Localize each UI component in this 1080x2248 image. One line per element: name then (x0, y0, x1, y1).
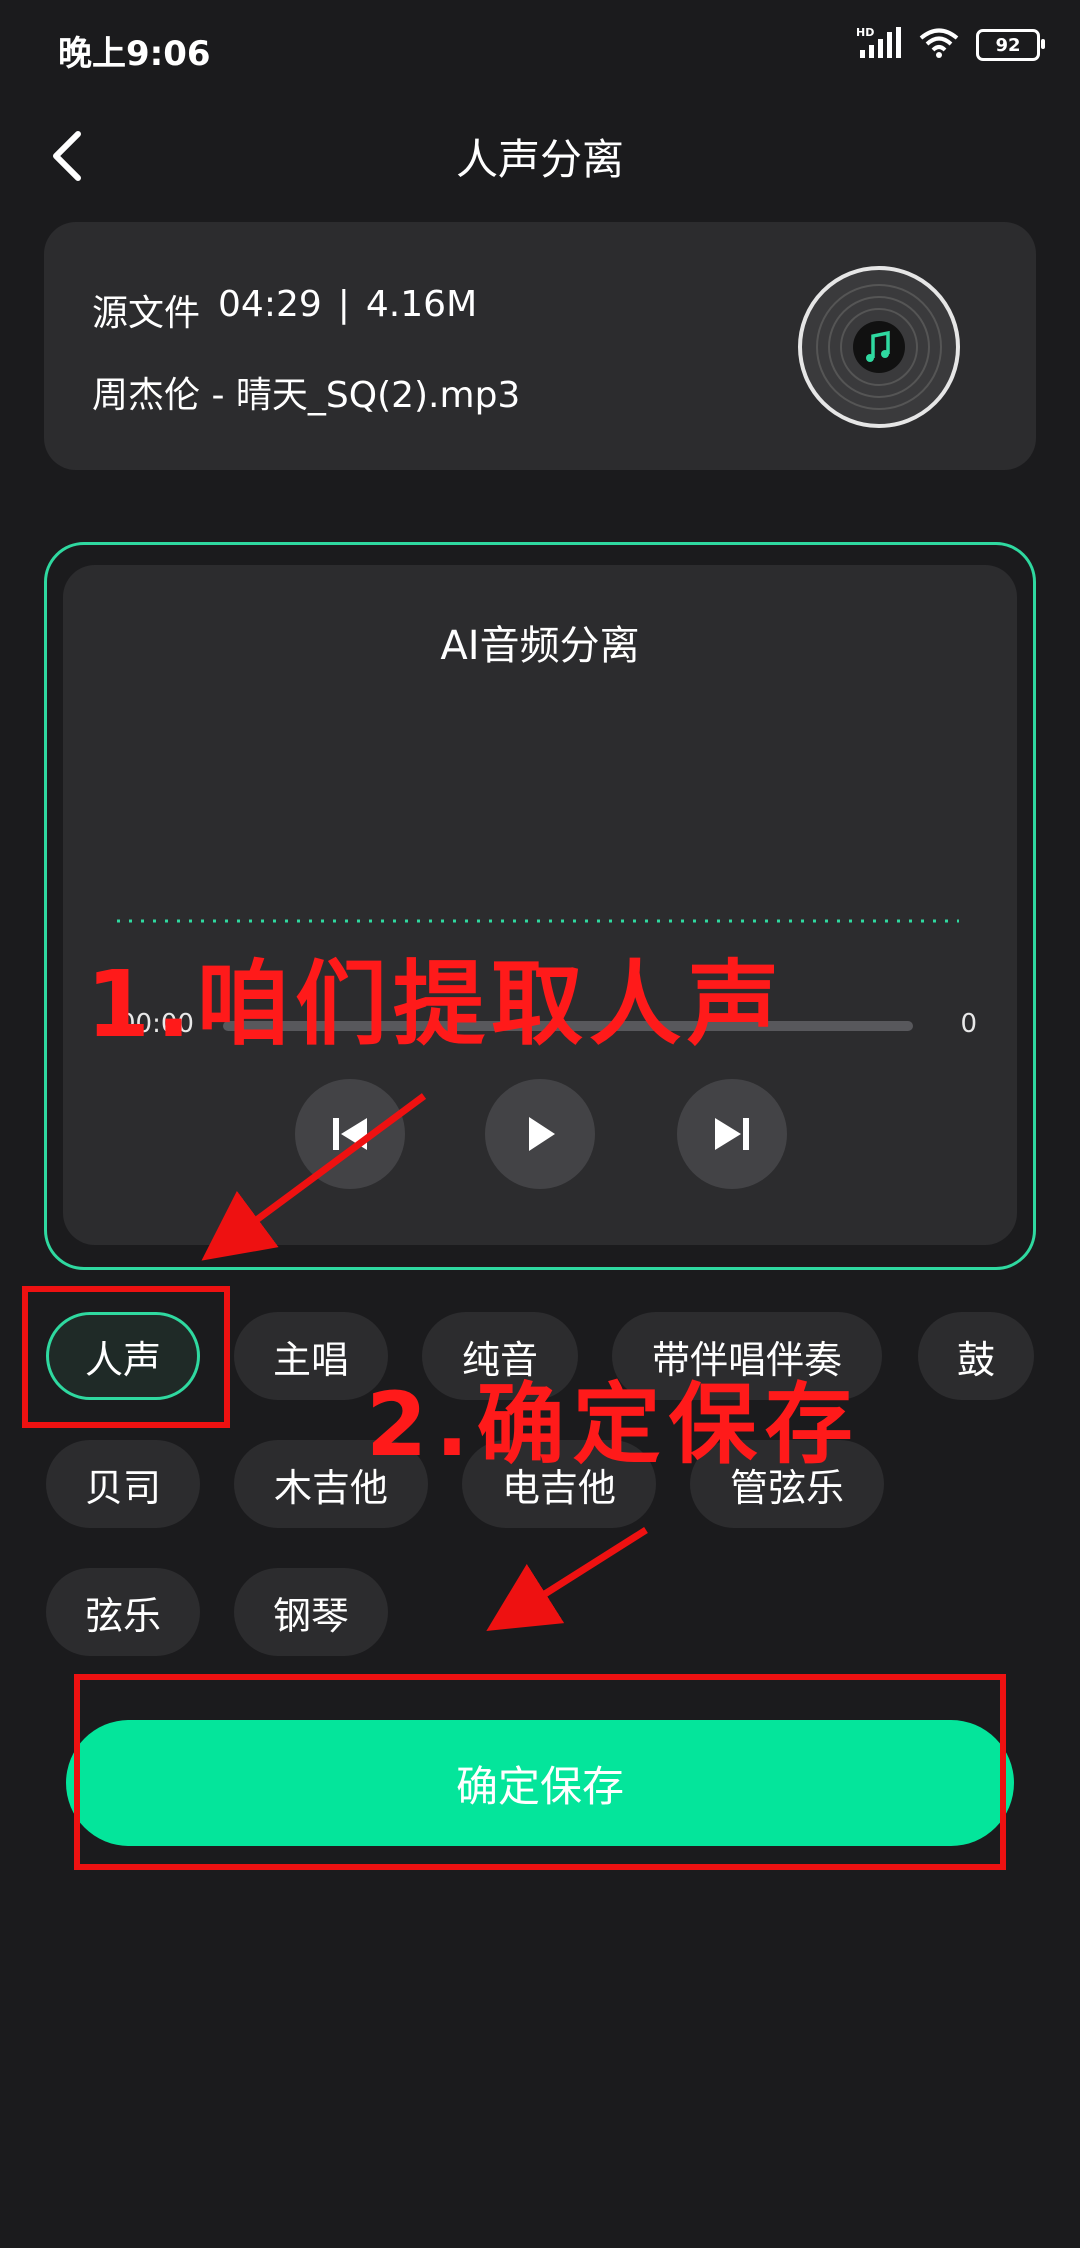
annotation-arrows (201, 1093, 648, 1631)
arrow-to-vocal-chip (201, 1093, 427, 1261)
arrow-to-save-button (486, 1527, 648, 1631)
